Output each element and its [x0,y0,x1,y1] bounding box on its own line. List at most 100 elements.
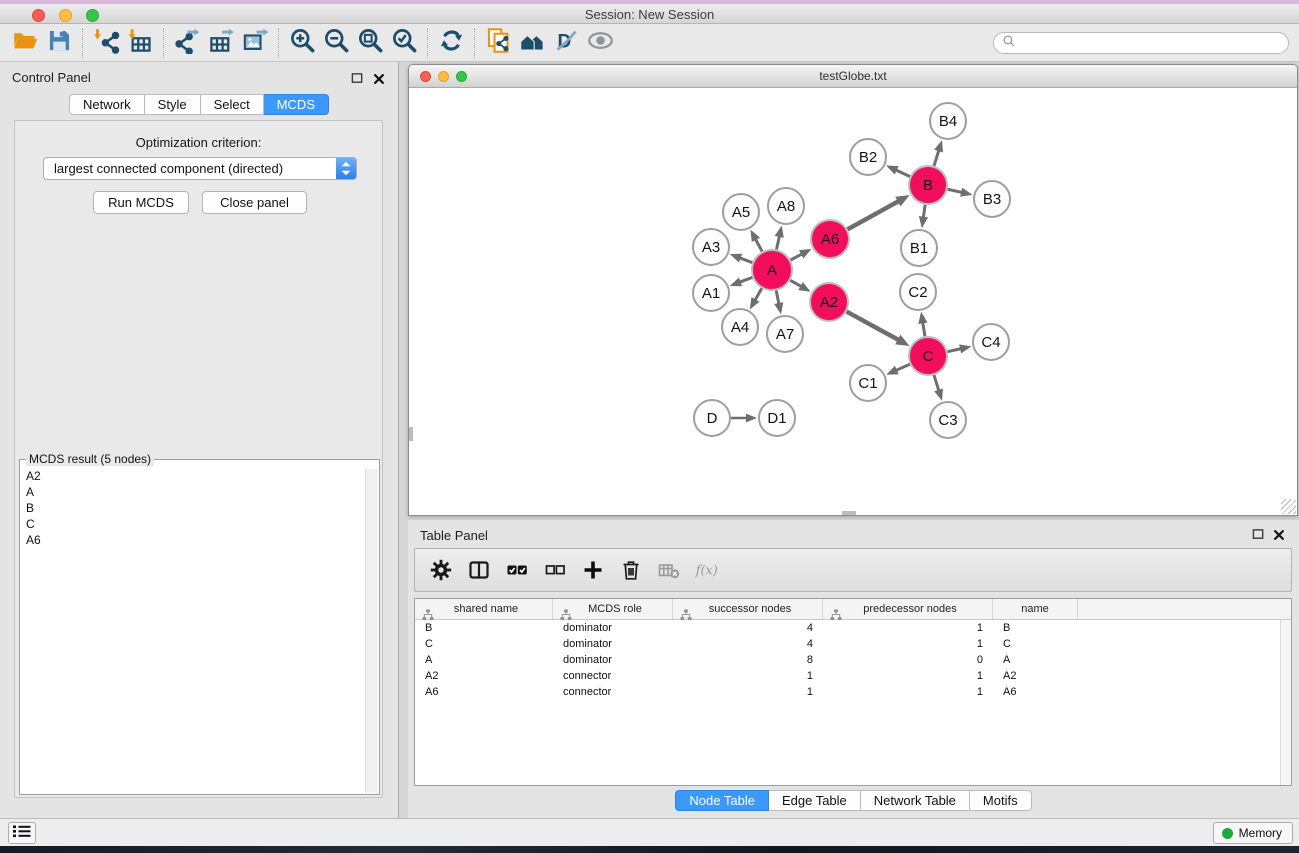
table-panel-float-button[interactable] [1252,528,1265,540]
export-image-button[interactable] [238,27,272,59]
zoom-in-icon [289,27,316,59]
import-network-button[interactable] [89,27,123,59]
table-scrollbar[interactable] [1280,620,1291,785]
zoom-out-icon [323,27,350,59]
memory-button[interactable]: Memory [1213,822,1293,844]
graph-edge-C-C3[interactable] [934,375,939,391]
table-row[interactable]: Cdominator41C [415,636,1291,652]
column-header-predecessor-nodes[interactable]: predecessor nodes [823,599,993,619]
graph-node-label: A8 [777,198,795,215]
control-panel-float-button[interactable] [351,72,364,84]
home-button[interactable] [515,27,549,59]
export-network-button[interactable] [170,27,204,59]
add-column-button[interactable] [580,557,606,583]
table-row[interactable]: A6connector11A6 [415,684,1291,700]
select-all-button[interactable] [504,557,530,583]
graph-node-label: A5 [732,204,750,221]
graph-edge-A-A1[interactable] [740,277,753,282]
table-row[interactable]: A2connector11A2 [415,668,1291,684]
graph-edge-B-B3[interactable] [948,189,963,192]
graph-edge-arrowhead [959,344,971,353]
graph-edge-A2-C[interactable] [847,312,899,340]
graph-edge-C-C2[interactable] [923,322,925,336]
control-panel-tabs: NetworkStyleSelectMCDS [0,94,398,115]
split-panel-button[interactable] [466,557,492,583]
graph-edge-arrowhead [774,302,783,314]
result-item[interactable]: C [26,516,363,532]
table-row[interactable]: Adominator80A [415,652,1291,668]
column-header-label: name [1021,603,1049,615]
result-item[interactable]: A [26,484,363,500]
deselect-all-button[interactable] [542,557,568,583]
refresh-button[interactable] [434,27,468,59]
result-item[interactable]: B [26,500,363,516]
tab-style[interactable]: Style [145,94,201,115]
open-file-button[interactable] [8,27,42,59]
search-input[interactable] [1021,36,1280,50]
tab-network[interactable]: Network [69,94,145,115]
graph-edge-A-A2[interactable] [790,280,801,286]
result-item[interactable]: A6 [26,532,363,548]
graph-edge-C-C1[interactable] [896,364,910,370]
zoom-in-button[interactable] [285,27,319,59]
export-table-button[interactable] [204,27,238,59]
graph-edge-arrowhead [730,254,742,263]
zoom-out-button[interactable] [319,27,353,59]
table-row[interactable]: Bdominator41B [415,620,1291,636]
hide-details-button[interactable]: D [549,27,583,59]
graph-edge-A-A5[interactable] [755,239,762,251]
control-panel-close-button[interactable] [373,72,385,84]
close-panel-button[interactable]: Close panel [202,191,307,214]
column-header-successor-nodes[interactable]: successor nodes [673,599,823,619]
graph-edge-B-B2[interactable] [896,170,910,177]
eye-button[interactable] [583,27,617,59]
graph-node-label: D1 [767,410,786,427]
save-session-button[interactable] [42,27,76,59]
graph-edge-A-A3[interactable] [740,258,753,263]
zoom-selected-button[interactable] [387,27,421,59]
toolbar-separator [427,28,428,58]
graph-edge-C-C4[interactable] [948,349,962,352]
column-header-shared-name[interactable]: shared name [415,599,553,619]
tab-select[interactable]: Select [201,94,264,115]
table-cell: 4 [673,636,823,652]
column-header-name[interactable]: name [993,599,1078,619]
result-item[interactable]: A2 [26,468,363,484]
export-network-icon [174,27,201,59]
graph-edge-A-A8[interactable] [776,236,779,250]
network-canvas[interactable]: AA2A6BCA1A3A4A5A7A8B1B2B3B4C1C2C3C4DD1 [409,88,1297,515]
graph-edge-B-B4[interactable] [934,150,939,166]
column-header-MCDS-role[interactable]: MCDS role [553,599,673,619]
graph-edge-A-A4[interactable] [755,288,762,300]
result-list-scrollbar[interactable] [365,469,378,793]
table-cell: 8 [673,652,823,668]
graph-edge-arrowhead [886,165,898,174]
tab-mcds[interactable]: MCDS [264,94,329,115]
graph-edge-B-B1[interactable] [923,205,925,218]
gear-button[interactable] [428,557,454,583]
tab-network-table[interactable]: Network Table [861,790,970,811]
tab-motifs[interactable]: Motifs [970,790,1032,811]
graph-edge-A-A6[interactable] [791,254,803,260]
network-window-title: testGlobe.txt [409,69,1297,83]
toolbar-separator [474,28,475,58]
table-cell: A6 [415,684,553,700]
graph-edge-arrowhead [886,366,898,375]
resize-grip[interactable] [1281,499,1296,514]
table-panel-close-button[interactable] [1273,528,1285,540]
tab-edge-table[interactable]: Edge Table [769,790,861,811]
criterion-dropdown[interactable]: largest connected component (directed) [43,157,357,180]
import-table-button[interactable] [123,27,157,59]
graph-edge-arrowhead [919,216,928,228]
clone-network-button[interactable] [481,27,515,59]
task-history-button[interactable] [8,822,36,844]
graph-node-label: C [923,348,934,365]
tab-node-table[interactable]: Node Table [675,790,769,811]
graph-edge-A6-B[interactable] [848,201,899,229]
graph-edge-A-A7[interactable] [776,291,779,304]
table-cell: connector [553,684,673,700]
delete-button[interactable] [618,557,644,583]
table-cell: dominator [553,652,673,668]
zoom-fit-button[interactable] [353,27,387,59]
run-mcds-button[interactable]: Run MCDS [93,191,189,214]
